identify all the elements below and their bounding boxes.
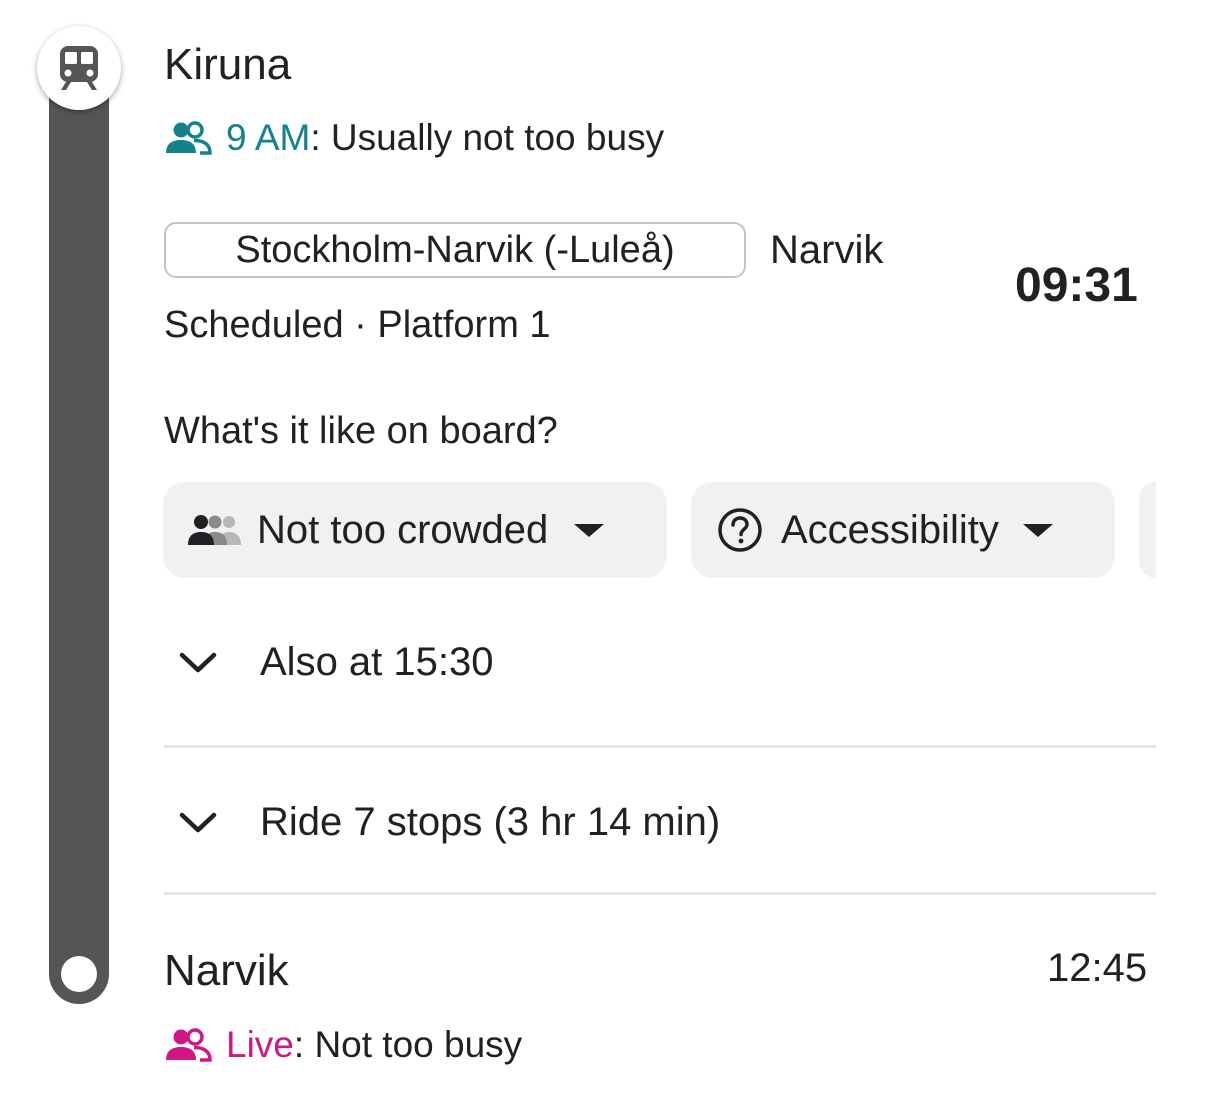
destination-stop-name: Narvik [164,946,289,995]
people-icon [164,1028,212,1062]
section-divider [164,745,1156,748]
crowdedness-chip[interactable]: Not too crowded [163,482,667,578]
status-separator: · [343,304,378,346]
arrival-time: 12:45 [1047,946,1148,990]
route-headsign: Narvik [770,228,884,272]
help-circle-icon [717,507,763,553]
platform-label: Platform 1 [377,304,551,346]
destination-busyness: Live: Not too busy [164,1024,522,1066]
departure-status-line: Scheduled · Platform 1 [164,304,551,347]
busyness-description: : Usually not too busy [310,117,665,158]
origin-stop-marker [37,26,121,110]
origin-stop-name: Kiruna [164,40,292,89]
onboard-question: What's it like on board? [164,410,558,452]
crowd-icon [187,514,243,546]
also-at-label: Also at 15:30 [260,640,494,684]
more-chip-partial[interactable] [1139,482,1156,578]
dropdown-caret-icon [574,523,605,537]
schedule-status: Scheduled [164,304,344,346]
accessibility-chip[interactable]: Accessibility [691,482,1115,578]
crowdedness-label: Not too crowded [257,507,549,552]
chevron-down-icon [178,810,248,836]
also-at-expander[interactable]: Also at 15:30 [164,640,494,685]
live-label: Live [226,1024,294,1065]
ride-stops-label: Ride 7 stops (3 hr 14 min) [260,800,721,844]
origin-busyness: 9 AM: Usually not too busy [164,117,664,159]
train-icon [56,44,102,92]
dropdown-caret-icon [1022,523,1053,537]
ride-stops-expander[interactable]: Ride 7 stops (3 hr 14 min) [164,800,720,845]
busyness-time: 9 AM [226,117,311,158]
accessibility-label: Accessibility [781,507,999,552]
departure-time: 09:31 [1015,259,1138,312]
route-timeline-bar [49,60,109,1004]
route-name-chip[interactable]: Stockholm-Narvik (-Luleå) [164,222,746,278]
destination-stop-marker [61,956,97,992]
route-name: Stockholm-Narvik (-Luleå) [235,228,675,271]
busyness-description: : Not too busy [293,1024,523,1065]
people-icon [164,121,212,155]
section-divider [164,892,1156,895]
chevron-down-icon [178,650,248,676]
